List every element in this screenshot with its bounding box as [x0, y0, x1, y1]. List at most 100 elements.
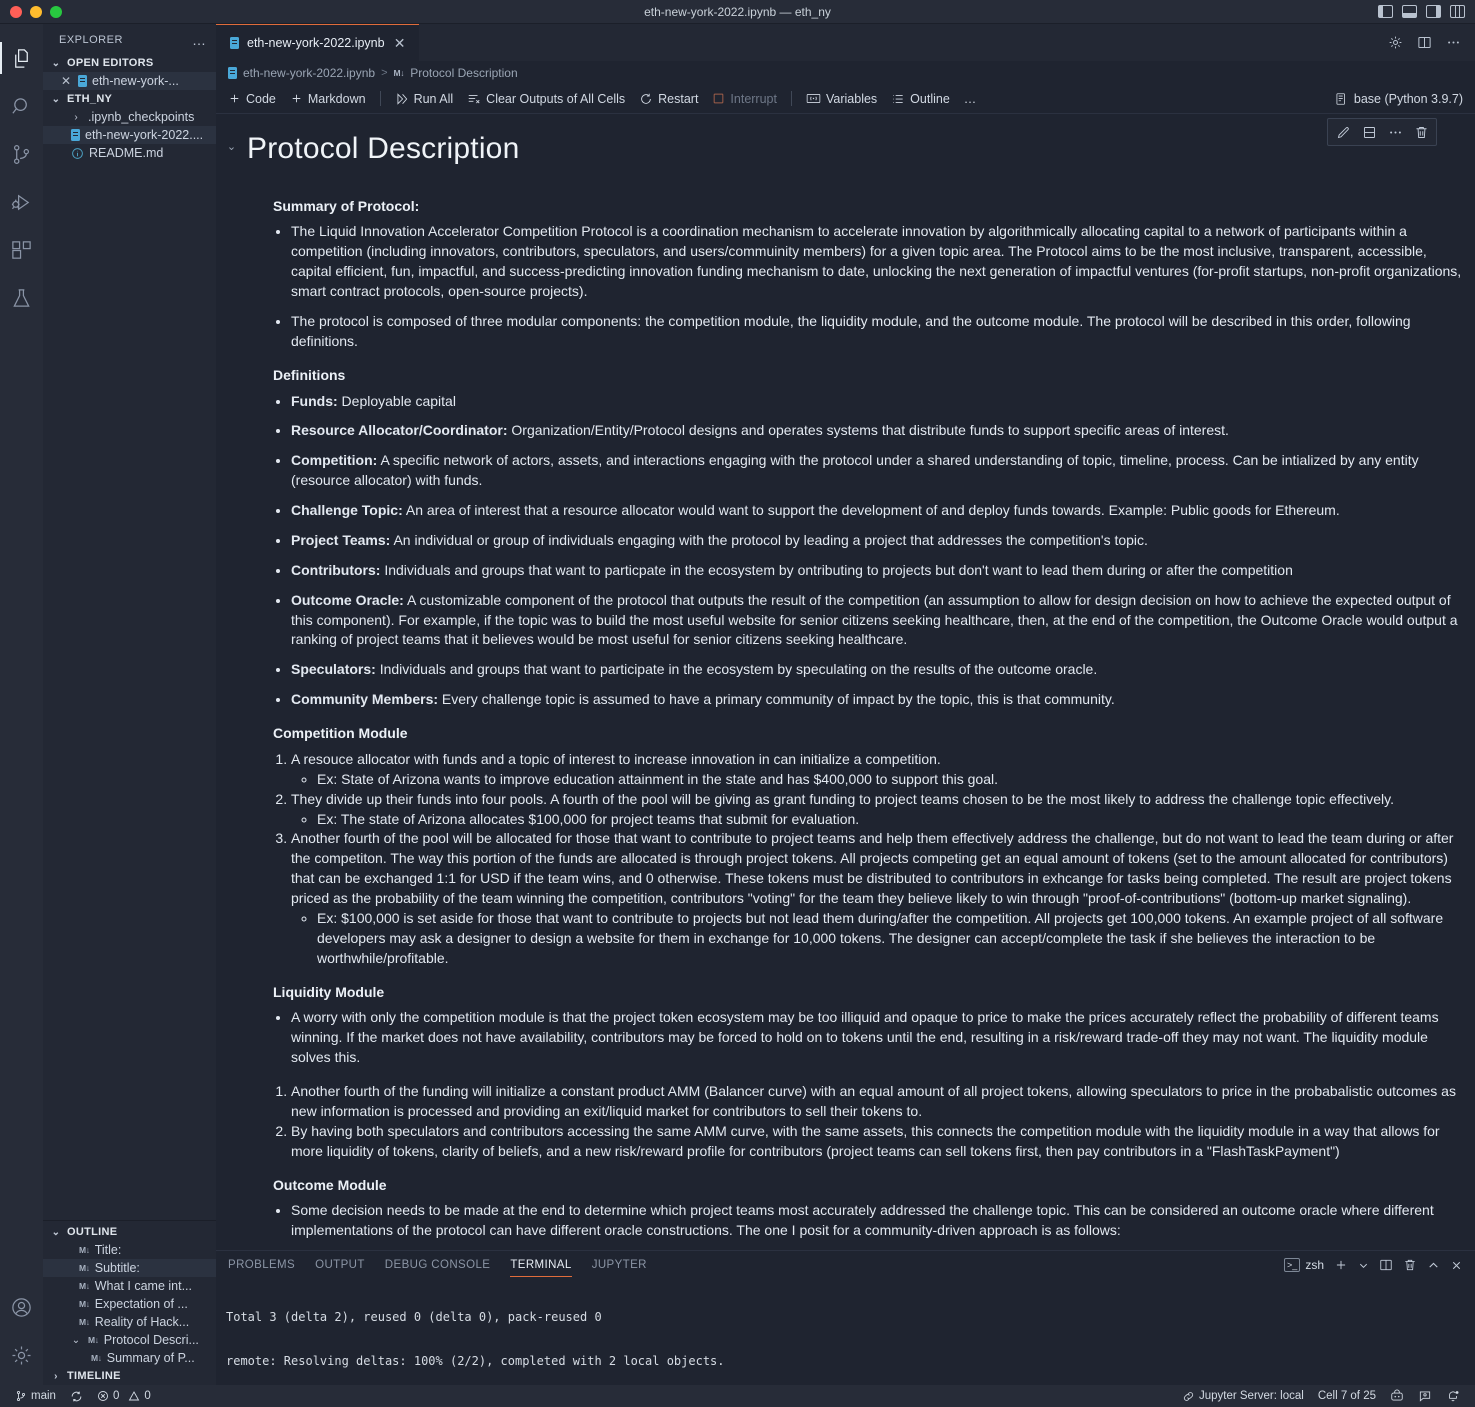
section-outline[interactable]: ⌄ OUTLINE: [43, 1223, 216, 1241]
notebook-icon: [230, 37, 239, 49]
collapse-cell-chevron-icon[interactable]: ⌄: [216, 128, 247, 153]
tree-item-notebook[interactable]: eth-new-york-2022....: [43, 126, 216, 144]
status-cell-position[interactable]: Cell 7 of 25: [1311, 1385, 1383, 1407]
activity-item-extensions[interactable]: [0, 226, 43, 274]
variables-icon: [806, 92, 821, 105]
tab-debug-console[interactable]: DEBUG CONSOLE: [385, 1251, 491, 1279]
outline-item-protocol-description[interactable]: ⌄ M↓ Protocol Descri...: [43, 1331, 216, 1349]
status-notifications[interactable]: [1439, 1385, 1467, 1407]
activity-item-search[interactable]: [0, 82, 43, 130]
chevron-down-icon: ⌄: [51, 57, 61, 69]
add-markdown-cell-button[interactable]: Markdown: [290, 92, 366, 106]
list-item: The Liquid Innovation Accelerator Compet…: [291, 222, 1465, 302]
kill-terminal-icon[interactable]: [1403, 1258, 1417, 1272]
status-problems[interactable]: 0 0: [90, 1385, 158, 1407]
close-icon[interactable]: ✕: [59, 74, 73, 88]
cell-toolbar: [1327, 118, 1437, 146]
edit-cell-button[interactable]: [1331, 121, 1355, 143]
close-icon[interactable]: ✕: [393, 35, 407, 52]
panel-bottom-icon[interactable]: [1402, 5, 1417, 18]
activity-item-testing[interactable]: [0, 274, 43, 322]
chevron-down-icon[interactable]: [1358, 1260, 1369, 1271]
outline-item-title[interactable]: M↓ Title:: [43, 1241, 216, 1259]
tree-item-readme[interactable]: README.md: [43, 144, 216, 162]
close-window-button[interactable]: [10, 5, 22, 18]
close-panel-icon[interactable]: [1450, 1259, 1463, 1272]
window-traffic-lights: [0, 5, 62, 18]
definition-text: Organization/Entity/Protocol designs and…: [507, 422, 1229, 439]
tab-output[interactable]: OUTPUT: [315, 1251, 365, 1279]
breadcrumb-item-file[interactable]: eth-new-york-2022.ipynb: [243, 66, 375, 80]
delete-cell-button[interactable]: [1409, 121, 1433, 143]
chevron-down-icon: ⌄: [51, 93, 61, 105]
clear-outputs-button[interactable]: Clear Outputs of All Cells: [467, 92, 625, 106]
restart-kernel-button[interactable]: Restart: [639, 92, 698, 106]
tab-problems[interactable]: PROBLEMS: [228, 1251, 295, 1279]
variables-button[interactable]: Variables: [806, 92, 877, 106]
notebook-icon: [78, 75, 87, 87]
status-sync[interactable]: [63, 1385, 90, 1407]
terminal-line: remote: Resolving deltas: 100% (2/2), co…: [226, 1353, 725, 1368]
variables-label: Variables: [825, 91, 878, 106]
sidebar-more-actions-icon[interactable]: …: [192, 33, 206, 47]
tab-eth-new-york-2022[interactable]: eth-new-york-2022.ipynb ✕: [216, 24, 419, 61]
minimize-window-button[interactable]: [30, 5, 42, 18]
activity-item-source-control[interactable]: [0, 130, 43, 178]
section-folder-eth-ny[interactable]: ⌄ ETH_NY: [43, 90, 216, 108]
more-actions-button[interactable]: [1383, 121, 1407, 143]
gear-icon: [10, 1344, 33, 1367]
run-all-button[interactable]: Run All: [395, 92, 453, 106]
terminal-line: Total 3 (delta 2), reused 0 (delta 0), p…: [226, 1310, 602, 1325]
editor-area: eth-new-york-2022.ipynb ✕ eth-new-york-2…: [216, 24, 1475, 1407]
definition-term: Funds:: [291, 392, 338, 409]
status-live-share[interactable]: [1383, 1385, 1411, 1407]
markdown-tag-icon: M↓: [79, 1299, 90, 1309]
gear-icon[interactable]: [1388, 35, 1403, 50]
panel-left-icon[interactable]: [1378, 5, 1393, 18]
outline-item-reality-of-hack[interactable]: M↓ Reality of Hack...: [43, 1313, 216, 1331]
outline-button[interactable]: Outline: [891, 92, 950, 106]
outline-item-what-i-came-into[interactable]: M↓ What I came int...: [43, 1277, 216, 1295]
heading-liquidity-module: Liquidity Module: [273, 983, 385, 1000]
open-editor-item[interactable]: ✕ eth-new-york-...: [43, 72, 216, 90]
activity-item-settings[interactable]: [0, 1331, 43, 1379]
search-icon: [10, 95, 33, 118]
definition-term: Resource Allocator/Coordinator:: [291, 422, 508, 439]
notebook-scroll-area[interactable]: ⌄ Protocol Description Summary of Protoc…: [216, 114, 1475, 1250]
more-actions-icon[interactable]: [1446, 35, 1461, 50]
kernel-picker[interactable]: base (Python 3.9.7): [1334, 92, 1463, 106]
outline-item-summary-of-protocol[interactable]: M↓ Summary of P...: [43, 1349, 216, 1367]
toolbar-more-actions-button[interactable]: …: [964, 92, 977, 106]
split-editor-icon[interactable]: [1417, 35, 1432, 50]
status-jupyter-server[interactable]: Jupyter Server: local: [1175, 1385, 1311, 1407]
status-branch[interactable]: main: [8, 1385, 63, 1407]
add-code-cell-button[interactable]: Code: [228, 92, 276, 106]
section-timeline[interactable]: › TIMELINE: [43, 1367, 216, 1385]
activity-item-accounts[interactable]: [0, 1283, 43, 1331]
terminal-shell-label: zsh: [1305, 1258, 1324, 1272]
outline-item-expectation-of[interactable]: M↓ Expectation of ...: [43, 1295, 216, 1313]
stop-icon: [712, 92, 725, 105]
activity-item-explorer[interactable]: [0, 34, 43, 82]
panel-right-icon[interactable]: [1426, 5, 1441, 18]
outline-item-label: Summary of P...: [106, 1351, 195, 1365]
tab-jupyter[interactable]: JUPYTER: [592, 1251, 647, 1279]
list-item: Speculators: Individuals and groups that…: [291, 660, 1465, 680]
status-feedback[interactable]: [1411, 1385, 1439, 1407]
tree-item-ipynb-checkpoints[interactable]: › .ipynb_checkpoints: [43, 108, 216, 126]
outline-item-subtitle[interactable]: M↓ Subtitle:: [43, 1259, 216, 1277]
activity-item-run-and-debug[interactable]: [0, 178, 43, 226]
maximize-panel-icon[interactable]: [1427, 1259, 1440, 1272]
customize-layout-icon[interactable]: [1450, 5, 1465, 18]
tab-terminal[interactable]: TERMINAL: [510, 1251, 573, 1279]
split-terminal-icon[interactable]: [1379, 1258, 1393, 1272]
breadcrumb-item-cell[interactable]: Protocol Description: [410, 66, 517, 80]
terminal-shell-selector[interactable]: >_ zsh: [1284, 1258, 1324, 1272]
new-terminal-icon[interactable]: [1334, 1258, 1348, 1272]
markdown-cell[interactable]: Protocol Description Summary of Protocol…: [247, 114, 1475, 1250]
split-cell-button[interactable]: [1357, 121, 1381, 143]
status-bar: main 0 0 Jupyter Server: local Cell 7 of…: [0, 1385, 1475, 1407]
definition-text: An individual or group of individuals en…: [390, 531, 1148, 548]
maximize-window-button[interactable]: [50, 5, 62, 18]
section-open-editors[interactable]: ⌄ OPEN EDITORS: [43, 54, 216, 72]
